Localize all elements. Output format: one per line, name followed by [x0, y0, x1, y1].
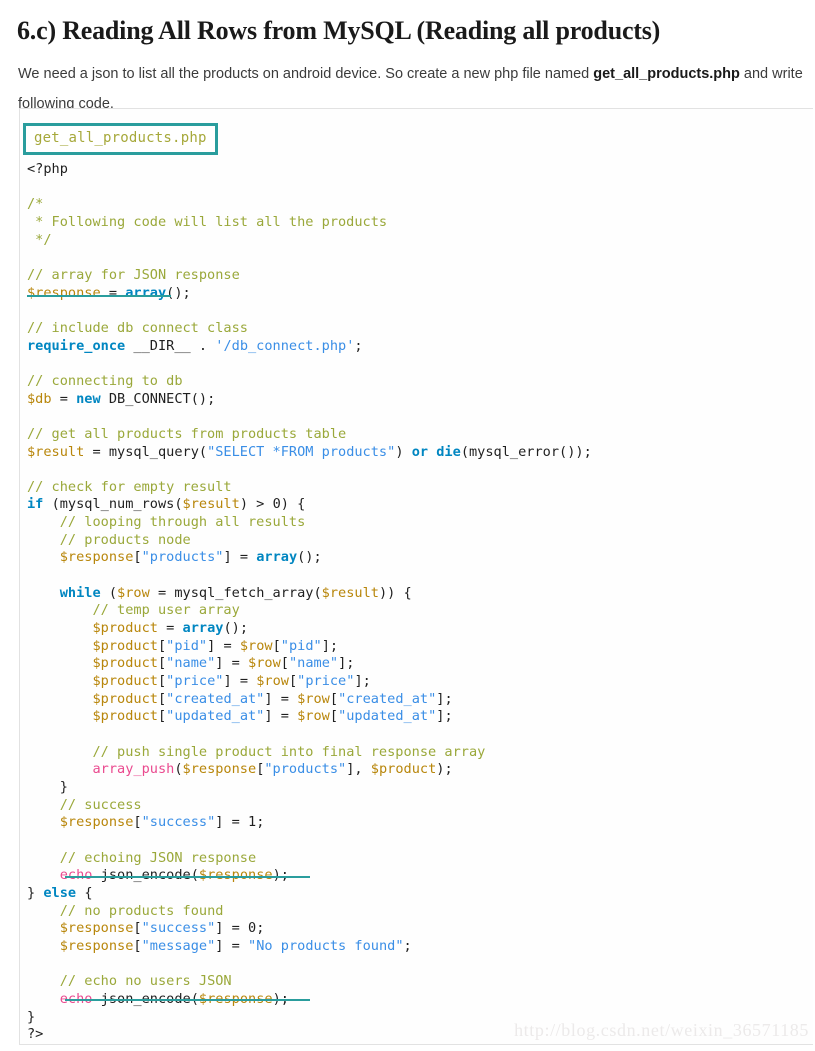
code-source[interactable]: <?php /* * Following code will list all …: [27, 161, 592, 1044]
code-filename-chip: get_all_products.php: [23, 123, 218, 155]
intro-text-before: We need a json to list all the products …: [18, 65, 594, 82]
intro-filename: get_all_products.php: [593, 65, 740, 82]
code-block: get_all_products.php <?php /* * Followin…: [19, 108, 813, 1045]
watermark-url: http://blog.csdn.net/weixin_36571185: [514, 1020, 809, 1040]
annotation-underline-1: [27, 295, 171, 297]
annotation-underline-3: [65, 999, 310, 1001]
annotation-underline-2: [65, 876, 310, 878]
page-title: 6.c) Reading All Rows from MySQL (Readin…: [17, 16, 661, 46]
